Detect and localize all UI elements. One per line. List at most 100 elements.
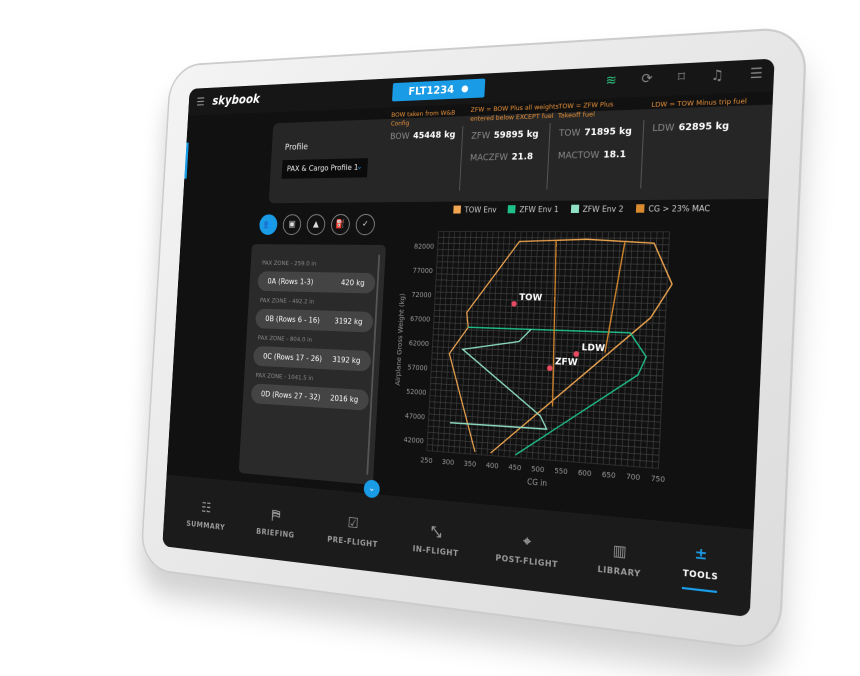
marker-zfw — [547, 365, 553, 371]
x-tick-label: 700 — [626, 472, 640, 482]
grid-line — [434, 310, 665, 317]
x-axis-label: CG in — [527, 477, 547, 488]
mactow-value: MACTOW 18.1 — [558, 150, 627, 162]
x-tick-label: 550 — [554, 466, 568, 476]
marker-label: TOW — [519, 292, 543, 303]
profile-select[interactable]: PAX & Cargo Profile 1 ⌄ — [281, 158, 368, 179]
bell-icon[interactable]: ♫ — [710, 68, 723, 85]
side-tab[interactable] — [184, 143, 188, 179]
x-tick-label: 600 — [578, 468, 592, 478]
tow-note: TOW = ZFW Plus Takeoff fuel — [558, 99, 634, 121]
sliders-icon[interactable]: ☰ — [749, 66, 763, 83]
wifi-icon[interactable]: ≋ — [605, 73, 617, 89]
grid-line — [438, 237, 669, 238]
tow-value: TOW 71895 kg — [559, 127, 632, 140]
zone-label: PAX ZONE - 492.2 in — [260, 296, 374, 307]
x-tick-label: 500 — [531, 465, 545, 475]
zone-row[interactable]: 0C (Rows 17 - 26) 3192 kg — [253, 346, 371, 372]
cg-23-mac-line — [605, 242, 625, 353]
zone-label: PAX ZONE - 804.0 in — [258, 334, 373, 346]
zone-weight: 2016 kg — [330, 394, 359, 404]
grid-line — [432, 353, 663, 363]
step-tabs: 👥 ▣ ▲ ⛽ ✓ — [259, 214, 376, 235]
profile-label: Profile — [285, 143, 309, 153]
zone-row[interactable]: 0B (Rows 6 - 16) 3192 kg — [255, 309, 373, 333]
fuel-step-button[interactable]: ⛽ — [330, 214, 350, 235]
legend-swatch — [453, 206, 461, 214]
briefing-icon: ⛿ — [257, 506, 296, 525]
flight-number: FLT1234 — [408, 83, 454, 98]
grid-line — [429, 420, 660, 435]
nav-item-pre-flight[interactable]: ☑ PRE-FLIGHT — [327, 513, 379, 549]
weight-summary: Profile PAX & Cargo Profile 1 ⌄ BOW taken… — [269, 104, 775, 203]
zone-label: PAX ZONE - 1041.5 in — [255, 371, 370, 385]
nav-item-briefing[interactable]: ⛿ BRIEFING — [256, 506, 296, 540]
nav-item-library[interactable]: ▥ LIBRARY — [597, 540, 642, 578]
grid-line — [428, 432, 659, 448]
check-step-button[interactable]: ✓ — [355, 214, 375, 235]
status-dot-icon — [461, 85, 468, 92]
baggage-step-button[interactable]: ▣ — [282, 214, 301, 235]
grid-line — [428, 438, 659, 455]
grid-line — [429, 414, 660, 429]
grid-line — [438, 250, 669, 252]
x-tick-label: 350 — [463, 459, 476, 469]
y-tick-label: 47000 — [405, 412, 426, 422]
chevron-down-icon: ⌄ — [356, 162, 362, 171]
y-tick-label: 67000 — [410, 315, 431, 324]
zone-label: PAX ZONE - 259.0 in — [262, 259, 376, 268]
bookmark-icon[interactable]: ⌑ — [678, 70, 686, 86]
cargo-step-button[interactable]: ▲ — [306, 214, 326, 235]
legend-swatch — [508, 205, 516, 213]
zone-weight: 3192 kg — [334, 317, 362, 327]
nav-label: BRIEFING — [256, 526, 295, 539]
nav-label: TOOLS — [682, 568, 718, 582]
menu-icon[interactable]: ☰ — [196, 95, 205, 108]
tools-icon: ± — [683, 543, 719, 564]
grid-line — [436, 280, 667, 284]
x-tick-label: 300 — [442, 458, 455, 467]
cg-envelope-chart: 250 300 350 400 450 500 550 600 650 700 750 42000 47… — [387, 223, 684, 510]
grid-line — [438, 244, 669, 245]
marker-label: LDW — [581, 342, 606, 354]
y-axis-label: Airplane Gross Weight (kg) — [394, 293, 406, 386]
nav-label: POST-FLIGHT — [495, 553, 558, 569]
legend-item: ZFW Env 1 — [508, 205, 559, 214]
zone-row[interactable]: 0D (Rows 27 - 32) 2016 kg — [251, 383, 369, 410]
nav-item-post-flight[interactable]: ⌖ POST-FLIGHT — [495, 530, 559, 569]
summary-icon: ☷ — [187, 498, 226, 517]
sync-icon[interactable]: ⟳ — [641, 71, 653, 87]
y-tick-label: 57000 — [407, 363, 428, 372]
zone-name: 0C (Rows 17 - 26) — [263, 352, 322, 363]
x-tick-label: 250 — [420, 456, 433, 465]
bow-note: BOW taken from W&B Config — [391, 108, 464, 128]
grid-line — [431, 365, 662, 376]
pre-flight-icon: ☑ — [328, 513, 379, 534]
grid-line — [431, 377, 662, 389]
library-icon: ▥ — [598, 540, 642, 562]
legend-item: TOW Env — [453, 205, 497, 214]
zone-row[interactable]: 0A (Rows 1-3) 420 kg — [257, 271, 375, 293]
grid-line — [430, 389, 661, 402]
tablet: ☰ skybook FLT1234 ≋ ⟳ ⌑ ♫ ☰ Profile PAX & Ca… — [140, 26, 808, 653]
zone-weight: 3192 kg — [332, 355, 361, 365]
flight-button[interactable]: FLT1234 — [392, 79, 485, 102]
grid-line — [437, 262, 668, 265]
nav-item-tools[interactable]: ± TOOLS — [682, 543, 720, 592]
y-tick-label: 82000 — [414, 243, 435, 251]
x-tick-label: 400 — [486, 461, 499, 471]
nav-item-in-flight[interactable]: ⤡ IN-FLIGHT — [412, 521, 460, 557]
zfw-value: ZFW 59895 kg — [471, 130, 539, 142]
nav-label: SUMMARY — [186, 519, 225, 532]
maczfw-value: MACZFW 21.8 — [470, 152, 534, 164]
y-tick-label: 62000 — [409, 339, 430, 348]
ldw-value: LDW 62895 kg — [652, 121, 729, 134]
nav-item-summary[interactable]: ☷ SUMMARY — [186, 498, 226, 531]
nav-label: PRE-FLIGHT — [327, 534, 378, 548]
pax-step-button[interactable]: 👥 — [259, 214, 278, 235]
marker-label: ZFW — [555, 357, 579, 369]
screen: ☰ skybook FLT1234 ≋ ⟳ ⌑ ♫ ☰ Profile PAX & Ca… — [162, 59, 774, 618]
grid-line — [436, 286, 667, 291]
x-tick-label: 450 — [508, 463, 521, 473]
grid-line — [435, 298, 666, 304]
